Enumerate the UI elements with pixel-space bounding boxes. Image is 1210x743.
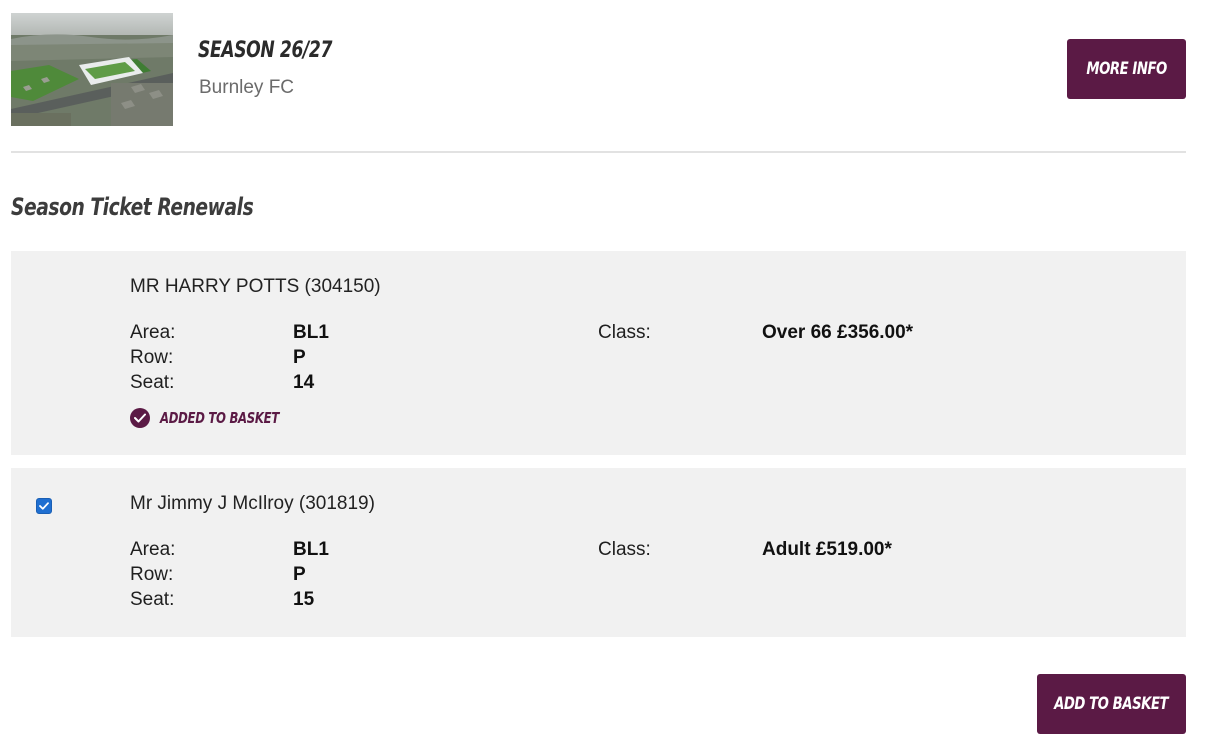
class-label: Class: — [598, 539, 651, 560]
class-value: Adult £519.00* — [762, 539, 892, 560]
ticket-holder-name: MR HARRY POTTS (304150) — [130, 276, 381, 297]
seat-label: Seat: — [130, 372, 175, 393]
row-value: P — [293, 347, 306, 368]
section-heading: Season Ticket Renewals — [11, 193, 254, 221]
checkmark-icon — [39, 497, 49, 515]
row-value: P — [293, 564, 306, 585]
seat-label: Seat: — [130, 589, 175, 610]
more-info-button[interactable]: MORE INFO — [1067, 39, 1186, 99]
ticket-card: MR HARRY POTTS (304150) Area: Row: Seat:… — [11, 251, 1186, 455]
ticket-select-checkbox[interactable] — [36, 498, 52, 514]
season-title: SEASON 26/27 — [198, 38, 333, 63]
divider — [11, 151, 1186, 153]
area-value: BL1 — [293, 322, 329, 343]
stadium-thumbnail — [11, 13, 173, 126]
stadium-aerial-photo — [11, 13, 173, 126]
area-label: Area: — [130, 539, 176, 560]
class-value: Over 66 £356.00* — [762, 322, 914, 343]
row-label: Row: — [130, 347, 174, 368]
added-to-basket-status: ADDED TO BASKET — [130, 408, 313, 428]
add-to-basket-label: ADD TO BASKET — [1054, 694, 1169, 714]
seat-value: 15 — [293, 589, 315, 610]
more-info-label: MORE INFO — [1086, 59, 1167, 79]
added-to-basket-text: ADDED TO BASKET — [160, 409, 280, 427]
club-name: Burnley FC — [199, 77, 295, 98]
area-value: BL1 — [293, 539, 329, 560]
class-label: Class: — [598, 322, 651, 343]
ticket-card: Mr Jimmy J McIlroy (301819) Area: Row: S… — [11, 468, 1186, 637]
add-to-basket-button[interactable]: ADD TO BASKET — [1037, 674, 1186, 734]
row-label: Row: — [130, 564, 174, 585]
seat-value: 14 — [293, 372, 315, 393]
area-label: Area: — [130, 322, 176, 343]
check-circle-icon — [130, 408, 150, 428]
ticket-holder-name: Mr Jimmy J McIlroy (301819) — [130, 493, 375, 514]
